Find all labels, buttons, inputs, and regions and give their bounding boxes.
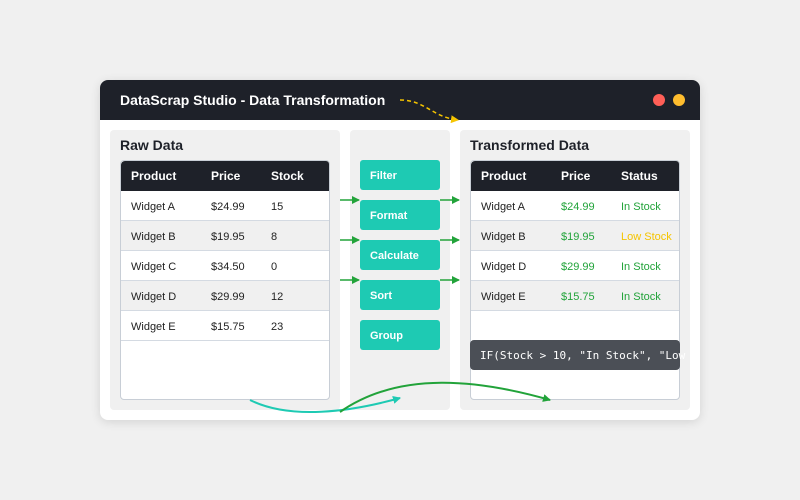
minimize-window-button[interactable] <box>673 94 685 106</box>
cell-price: $15.75 <box>211 321 245 333</box>
column-header-stock[interactable]: Stock <box>271 169 304 183</box>
table-header: Product Price Status <box>471 161 679 191</box>
cell-product: Widget E <box>481 291 526 303</box>
table-row[interactable]: Widget B $19.95 8 <box>121 221 329 251</box>
title-bar: DataScrap Studio - Data Transformation <box>100 80 700 120</box>
cell-status: Low Stock <box>621 231 672 243</box>
cell-stock: 0 <box>271 261 278 273</box>
cell-status: In Stock <box>621 201 661 213</box>
raw-data-table: Product Price Stock Widget A $24.99 15 W… <box>120 160 330 400</box>
format-button[interactable]: Format <box>360 200 440 230</box>
cell-product: Widget E <box>131 321 176 333</box>
table-row[interactable]: Widget E $15.75 23 <box>121 311 329 341</box>
cell-price: $29.99 <box>561 261 595 273</box>
cell-product: Widget B <box>481 231 526 243</box>
cell-stock: 15 <box>271 201 284 213</box>
cell-price: $29.99 <box>211 291 245 303</box>
column-header-price[interactable]: Price <box>561 169 590 183</box>
table-row[interactable]: Widget D $29.99 In Stock <box>471 251 679 281</box>
column-header-product[interactable]: Product <box>481 169 526 183</box>
transformed-data-title: Transformed Data <box>470 137 590 153</box>
cell-price: $19.95 <box>211 231 245 243</box>
table-row[interactable]: Widget A $24.99 15 <box>121 191 329 221</box>
sort-button[interactable]: Sort <box>360 280 440 310</box>
cell-product: Widget A <box>481 201 526 213</box>
cell-stock: 8 <box>271 231 278 243</box>
table-row[interactable]: Widget C $34.50 0 <box>121 251 329 281</box>
raw-data-panel: Raw Data Product Price Stock Widget A $2… <box>110 130 340 410</box>
cell-product: Widget C <box>131 261 177 273</box>
cell-product: Widget B <box>131 231 176 243</box>
cell-price: $15.75 <box>561 291 595 303</box>
app-window: DataScrap Studio - Data Transformation R… <box>100 80 700 420</box>
cell-price: $34.50 <box>211 261 245 273</box>
cell-status: In Stock <box>621 261 661 273</box>
cell-price: $24.99 <box>211 201 245 213</box>
cell-product: Widget D <box>131 291 177 303</box>
cell-product: Widget A <box>131 201 176 213</box>
raw-data-title: Raw Data <box>120 137 184 153</box>
filter-button[interactable]: Filter <box>360 160 440 190</box>
cell-price: $24.99 <box>561 201 595 213</box>
close-window-button[interactable] <box>653 94 665 106</box>
window-title: DataScrap Studio - Data Transformation <box>120 92 386 108</box>
group-button[interactable]: Group <box>360 320 440 350</box>
cell-stock: 23 <box>271 321 284 333</box>
calculate-button[interactable]: Calculate <box>360 240 440 270</box>
table-row[interactable]: Widget A $24.99 In Stock <box>471 191 679 221</box>
cell-price: $19.95 <box>561 231 595 243</box>
operations-panel: Filter Format Calculate Sort Group <box>350 130 450 410</box>
column-header-price[interactable]: Price <box>211 169 240 183</box>
table-row[interactable]: Widget D $29.99 12 <box>121 281 329 311</box>
column-header-product[interactable]: Product <box>131 169 176 183</box>
cell-stock: 12 <box>271 291 284 303</box>
cell-status: In Stock <box>621 291 661 303</box>
column-header-status[interactable]: Status <box>621 169 658 183</box>
cell-product: Widget D <box>481 261 527 273</box>
table-row[interactable]: Widget B $19.95 Low Stock <box>471 221 679 251</box>
table-row[interactable]: Widget E $15.75 In Stock <box>471 281 679 311</box>
formula-tooltip: IF(Stock > 10, "In Stock", "Low Stock") <box>470 340 700 370</box>
table-header: Product Price Stock <box>121 161 329 191</box>
